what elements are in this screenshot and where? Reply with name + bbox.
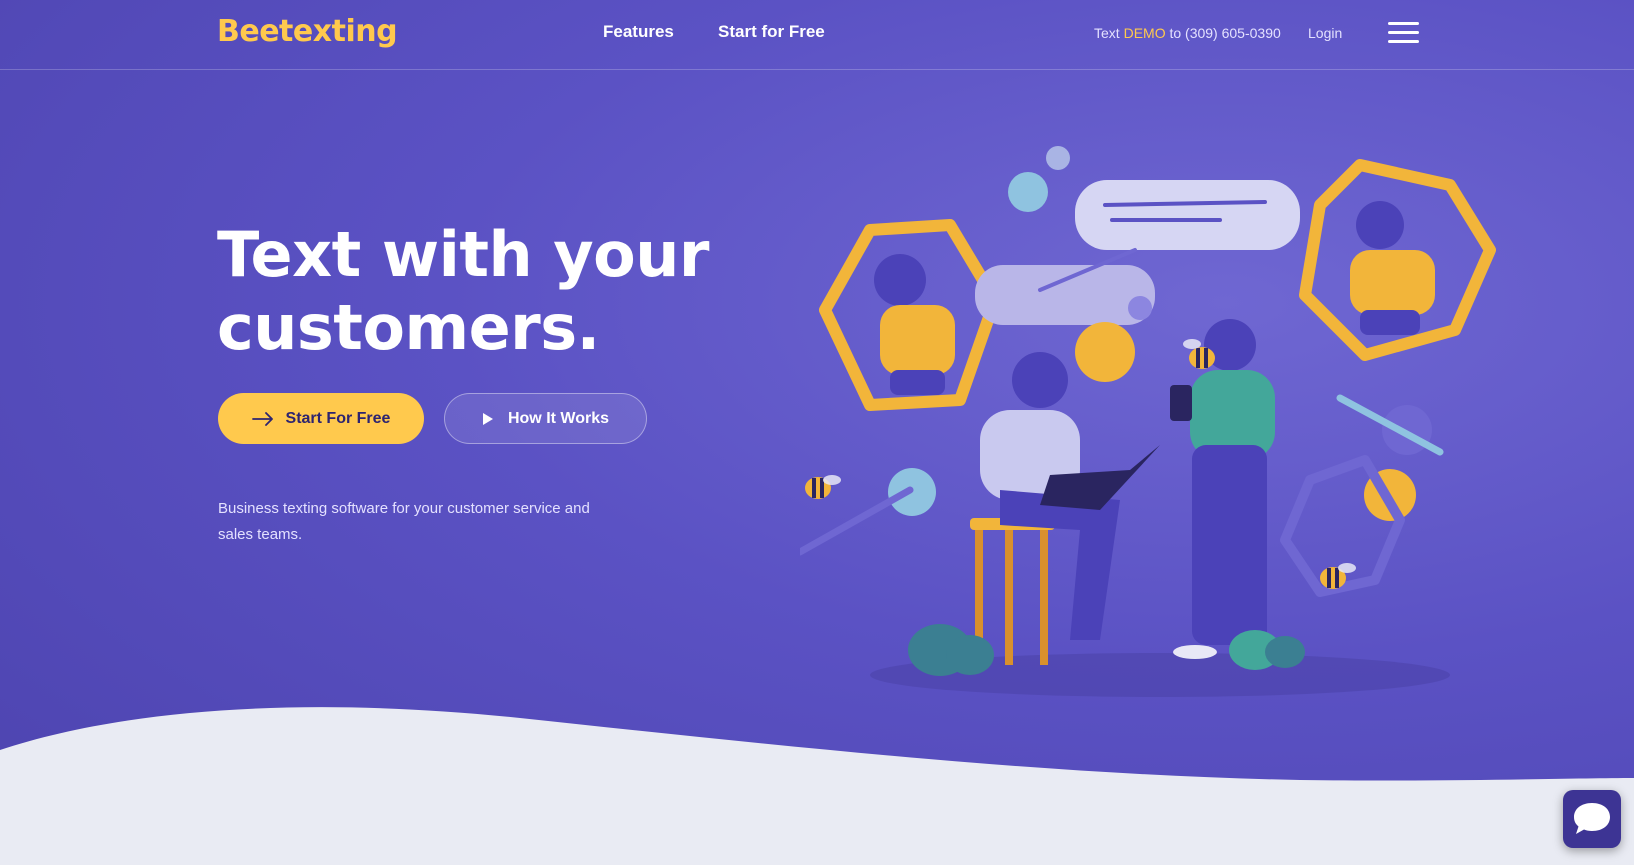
sitting-man-figure <box>970 352 1160 665</box>
hexagon-left <box>819 219 1001 411</box>
bee-icon <box>805 475 841 499</box>
chat-bubble-icon <box>1574 803 1610 834</box>
hamburger-line <box>1388 22 1419 25</box>
demo-prefix: Text <box>1094 25 1120 41</box>
hero-wave-divider <box>0 707 1634 865</box>
demo-keyword: DEMO <box>1123 25 1166 41</box>
start-for-free-button[interactable]: Start For Free <box>218 393 424 444</box>
hamburger-line <box>1388 31 1419 34</box>
hero-section: Beetexting Features Start for Free Text … <box>0 0 1634 865</box>
hero-illustration <box>800 146 1496 697</box>
site-header: Beetexting Features Start for Free Text … <box>0 0 1634 70</box>
demo-phone-text: Text DEMO to (309) 605-0390 <box>1094 25 1281 41</box>
how-it-works-label: How It Works <box>507 409 610 427</box>
standing-woman-figure <box>1170 319 1275 659</box>
start-for-free-label: Start For Free <box>285 409 391 427</box>
headline-line-1: Text with your <box>217 218 709 291</box>
nav-start-for-free[interactable]: Start for Free <box>718 22 825 42</box>
nav-features[interactable]: Features <box>603 22 674 42</box>
hero-headline: Text with your customers. <box>217 218 737 364</box>
hamburger-line <box>1388 40 1419 43</box>
hamburger-icon[interactable] <box>1388 22 1419 44</box>
hero-tagline: Business texting software for your custo… <box>218 500 590 543</box>
brand-logo[interactable]: Beetexting <box>217 14 398 49</box>
headline-line-2: customers. <box>217 291 600 364</box>
chat-widget-button[interactable] <box>1563 790 1621 848</box>
demo-suffix: to (309) 605-0390 <box>1169 25 1281 41</box>
how-it-works-button[interactable]: How It Works <box>444 393 647 444</box>
hexagon-right <box>1299 159 1496 361</box>
arrow-right-icon <box>251 411 273 426</box>
login-link[interactable]: Login <box>1308 25 1342 41</box>
play-icon <box>482 412 493 425</box>
